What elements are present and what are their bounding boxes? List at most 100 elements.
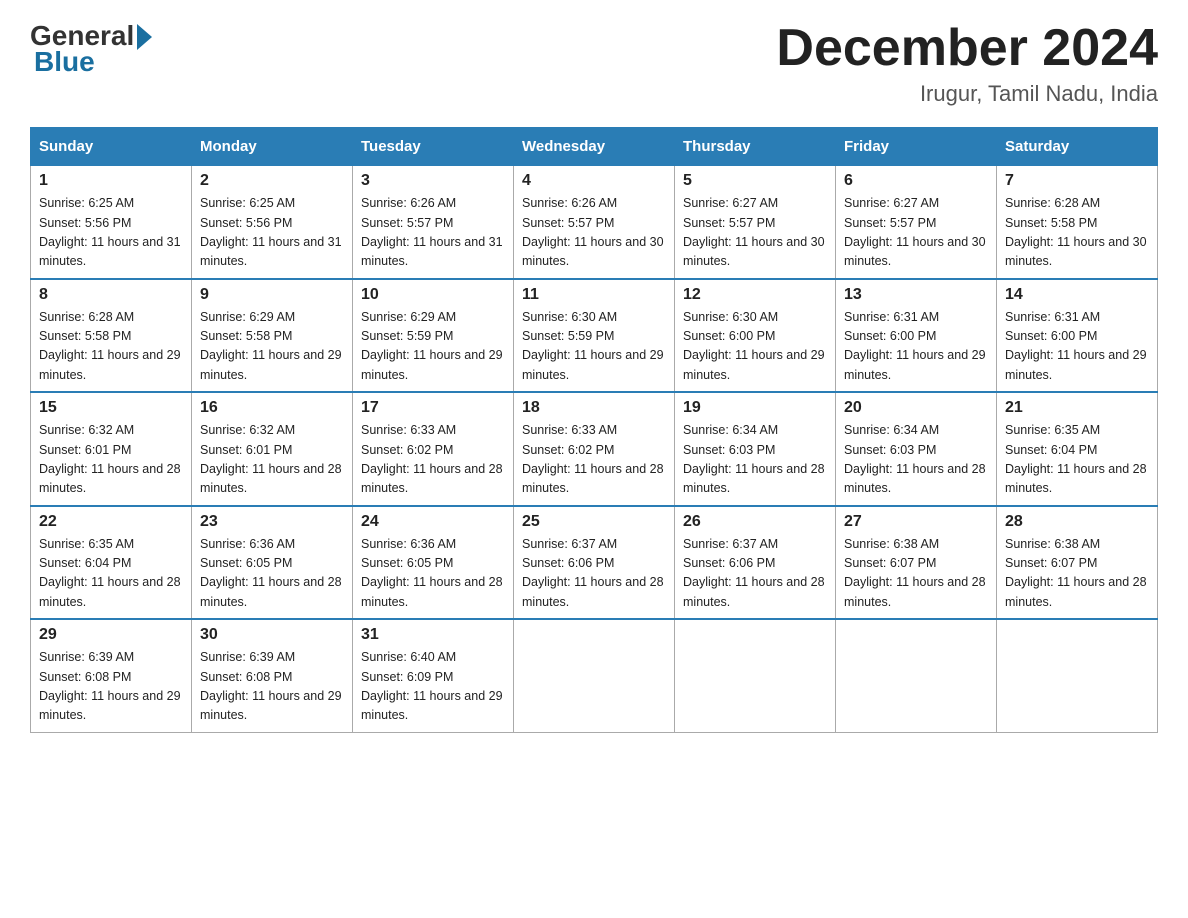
- col-header-tuesday: Tuesday: [353, 128, 514, 166]
- calendar-cell: 6Sunrise: 6:27 AMSunset: 5:57 PMDaylight…: [836, 166, 997, 279]
- day-number: 5: [683, 172, 827, 190]
- day-number: 19: [683, 399, 827, 417]
- day-number: 11: [522, 286, 666, 304]
- calendar-week-row: 8 Sunrise: 6:28 AMSunset: 5:58 PMDaylight…: [31, 279, 1158, 393]
- day-info: Sunrise: 6:38 AMSunset: 6:07 PMDaylight:…: [1005, 535, 1149, 613]
- calendar-cell: 28 Sunrise: 6:38 AMSunset: 6:07 PMDayligh…: [997, 506, 1158, 620]
- calendar-week-row: 1 Sunrise: 6:25 AMSunset: 5:56 PMDaylight…: [31, 166, 1158, 279]
- calendar-table: SundayMondayTuesdayWednesdayThursdayFrid…: [30, 127, 1158, 733]
- day-number: 17: [361, 399, 505, 417]
- day-info: Sunrise: 6:26 AMSunset: 5:57 PMDaylight:…: [522, 194, 666, 272]
- day-info: Sunrise: 6:33 AMSunset: 6:02 PMDaylight:…: [522, 421, 666, 499]
- day-number: 1: [39, 172, 183, 190]
- day-number: 15: [39, 399, 183, 417]
- calendar-week-row: 15 Sunrise: 6:32 AMSunset: 6:01 PMDayligh…: [31, 392, 1158, 506]
- day-info: Sunrise: 6:33 AMSunset: 6:02 PMDaylight:…: [361, 421, 505, 499]
- day-info: Sunrise: 6:34 AMSunset: 6:03 PMDaylight:…: [683, 421, 827, 499]
- calendar-cell: 11Sunrise: 6:30 AMSunset: 5:59 PMDayligh…: [514, 279, 675, 393]
- col-header-sunday: Sunday: [31, 128, 192, 166]
- day-info: Sunrise: 6:36 AMSunset: 6:05 PMDaylight:…: [361, 535, 505, 613]
- day-info: Sunrise: 6:32 AMSunset: 6:01 PMDaylight:…: [39, 421, 183, 499]
- day-info: Sunrise: 6:29 AMSunset: 5:58 PMDaylight:…: [200, 308, 344, 386]
- calendar-cell: 20 Sunrise: 6:34 AMSunset: 6:03 PMDayligh…: [836, 392, 997, 506]
- calendar-cell: 29Sunrise: 6:39 AMSunset: 6:08 PMDayligh…: [31, 619, 192, 732]
- day-number: 14: [1005, 286, 1149, 304]
- day-number: 4: [522, 172, 666, 190]
- col-header-saturday: Saturday: [997, 128, 1158, 166]
- calendar-cell: 3 Sunrise: 6:26 AMSunset: 5:57 PMDaylight…: [353, 166, 514, 279]
- calendar-cell: 23 Sunrise: 6:36 AMSunset: 6:05 PMDayligh…: [192, 506, 353, 620]
- day-number: 8: [39, 286, 183, 304]
- calendar-cell: 16 Sunrise: 6:32 AMSunset: 6:01 PMDayligh…: [192, 392, 353, 506]
- calendar-cell: 27Sunrise: 6:38 AMSunset: 6:07 PMDayligh…: [836, 506, 997, 620]
- col-header-friday: Friday: [836, 128, 997, 166]
- day-number: 26: [683, 513, 827, 531]
- calendar-cell: [514, 619, 675, 732]
- day-number: 7: [1005, 172, 1149, 190]
- calendar-cell: 26 Sunrise: 6:37 AMSunset: 6:06 PMDayligh…: [675, 506, 836, 620]
- day-info: Sunrise: 6:35 AMSunset: 6:04 PMDaylight:…: [1005, 421, 1149, 499]
- day-info: Sunrise: 6:25 AMSunset: 5:56 PMDaylight:…: [39, 194, 183, 272]
- day-number: 28: [1005, 513, 1149, 531]
- day-info: Sunrise: 6:37 AMSunset: 6:06 PMDaylight:…: [683, 535, 827, 613]
- calendar-cell: 4 Sunrise: 6:26 AMSunset: 5:57 PMDaylight…: [514, 166, 675, 279]
- day-info: Sunrise: 6:28 AMSunset: 5:58 PMDaylight:…: [1005, 194, 1149, 272]
- day-number: 30: [200, 626, 344, 644]
- month-title: December 2024: [776, 20, 1158, 77]
- day-number: 29: [39, 626, 183, 644]
- col-header-monday: Monday: [192, 128, 353, 166]
- day-number: 31: [361, 626, 505, 644]
- day-number: 16: [200, 399, 344, 417]
- day-number: 23: [200, 513, 344, 531]
- day-info: Sunrise: 6:29 AMSunset: 5:59 PMDaylight:…: [361, 308, 505, 386]
- day-number: 27: [844, 513, 988, 531]
- day-number: 20: [844, 399, 988, 417]
- calendar-cell: 18Sunrise: 6:33 AMSunset: 6:02 PMDayligh…: [514, 392, 675, 506]
- col-header-thursday: Thursday: [675, 128, 836, 166]
- location-text: Irugur, Tamil Nadu, India: [776, 81, 1158, 107]
- day-info: Sunrise: 6:30 AMSunset: 6:00 PMDaylight:…: [683, 308, 827, 386]
- calendar-cell: [675, 619, 836, 732]
- day-number: 12: [683, 286, 827, 304]
- day-info: Sunrise: 6:36 AMSunset: 6:05 PMDaylight:…: [200, 535, 344, 613]
- calendar-cell: 24Sunrise: 6:36 AMSunset: 6:05 PMDayligh…: [353, 506, 514, 620]
- logo-blue-text: Blue: [34, 48, 95, 76]
- day-info: Sunrise: 6:40 AMSunset: 6:09 PMDaylight:…: [361, 648, 505, 726]
- calendar-cell: 7 Sunrise: 6:28 AMSunset: 5:58 PMDaylight…: [997, 166, 1158, 279]
- day-info: Sunrise: 6:25 AMSunset: 5:56 PMDaylight:…: [200, 194, 344, 272]
- day-info: Sunrise: 6:31 AMSunset: 6:00 PMDaylight:…: [844, 308, 988, 386]
- page-header: General Blue December 2024 Irugur, Tamil…: [30, 20, 1158, 107]
- title-block: December 2024 Irugur, Tamil Nadu, India: [776, 20, 1158, 107]
- calendar-cell: 30Sunrise: 6:39 AMSunset: 6:08 PMDayligh…: [192, 619, 353, 732]
- day-info: Sunrise: 6:34 AMSunset: 6:03 PMDaylight:…: [844, 421, 988, 499]
- calendar-cell: 22 Sunrise: 6:35 AMSunset: 6:04 PMDayligh…: [31, 506, 192, 620]
- calendar-week-row: 29Sunrise: 6:39 AMSunset: 6:08 PMDayligh…: [31, 619, 1158, 732]
- day-info: Sunrise: 6:37 AMSunset: 6:06 PMDaylight:…: [522, 535, 666, 613]
- calendar-cell: 9 Sunrise: 6:29 AMSunset: 5:58 PMDaylight…: [192, 279, 353, 393]
- calendar-cell: 14 Sunrise: 6:31 AMSunset: 6:00 PMDayligh…: [997, 279, 1158, 393]
- day-number: 25: [522, 513, 666, 531]
- day-info: Sunrise: 6:26 AMSunset: 5:57 PMDaylight:…: [361, 194, 505, 272]
- day-info: Sunrise: 6:35 AMSunset: 6:04 PMDaylight:…: [39, 535, 183, 613]
- calendar-cell: 31 Sunrise: 6:40 AMSunset: 6:09 PMDayligh…: [353, 619, 514, 732]
- day-number: 3: [361, 172, 505, 190]
- calendar-header-row: SundayMondayTuesdayWednesdayThursdayFrid…: [31, 128, 1158, 166]
- day-number: 22: [39, 513, 183, 531]
- calendar-cell: 8 Sunrise: 6:28 AMSunset: 5:58 PMDaylight…: [31, 279, 192, 393]
- calendar-cell: 25 Sunrise: 6:37 AMSunset: 6:06 PMDayligh…: [514, 506, 675, 620]
- day-info: Sunrise: 6:32 AMSunset: 6:01 PMDaylight:…: [200, 421, 344, 499]
- day-number: 10: [361, 286, 505, 304]
- day-info: Sunrise: 6:31 AMSunset: 6:00 PMDaylight:…: [1005, 308, 1149, 386]
- day-number: 2: [200, 172, 344, 190]
- calendar-cell: 2 Sunrise: 6:25 AMSunset: 5:56 PMDaylight…: [192, 166, 353, 279]
- day-number: 9: [200, 286, 344, 304]
- calendar-cell: 10 Sunrise: 6:29 AMSunset: 5:59 PMDayligh…: [353, 279, 514, 393]
- day-number: 13: [844, 286, 988, 304]
- logo: General Blue: [30, 20, 152, 76]
- day-number: 21: [1005, 399, 1149, 417]
- calendar-cell: 13 Sunrise: 6:31 AMSunset: 6:00 PMDayligh…: [836, 279, 997, 393]
- calendar-cell: 12 Sunrise: 6:30 AMSunset: 6:00 PMDayligh…: [675, 279, 836, 393]
- logo-arrow-icon: [137, 24, 152, 50]
- day-info: Sunrise: 6:27 AMSunset: 5:57 PMDaylight:…: [844, 194, 988, 272]
- day-info: Sunrise: 6:28 AMSunset: 5:58 PMDaylight:…: [39, 308, 183, 386]
